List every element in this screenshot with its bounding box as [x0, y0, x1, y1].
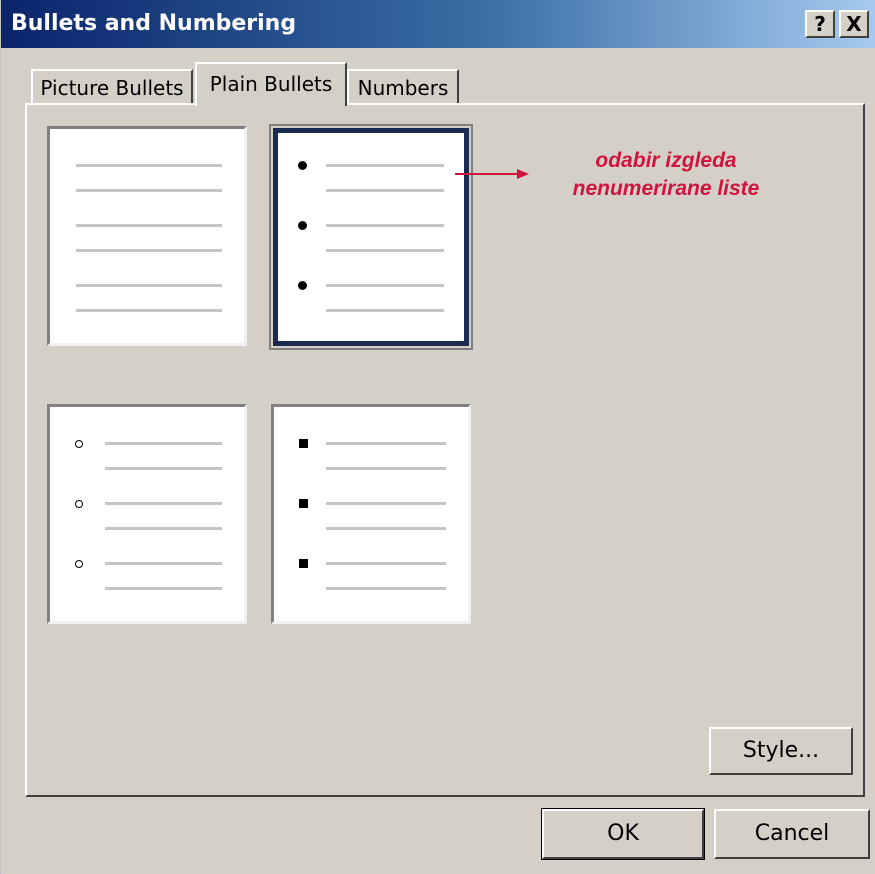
preview-line: [76, 224, 222, 227]
cancel-button[interactable]: Cancel: [714, 809, 870, 859]
preview-line: [326, 249, 444, 252]
window-title: Bullets and Numbering: [11, 11, 297, 36]
tab-numbers[interactable]: Numbers: [347, 69, 459, 105]
annotation-line-2: nenumerirane liste: [572, 177, 760, 200]
annotation-line-1: odabir izgleda: [595, 149, 737, 172]
preview-line: [326, 164, 444, 167]
preview-line: [326, 467, 446, 470]
hollow-circle-bullet-icon: [75, 560, 83, 568]
preview-line: [76, 164, 222, 167]
tab-label: Plain Bullets: [209, 72, 333, 96]
preview-line: [326, 587, 446, 590]
preview-line: [326, 189, 444, 192]
tab-label: Numbers: [357, 76, 449, 100]
preview-line: [326, 527, 446, 530]
bullet-option-none[interactable]: [47, 126, 247, 346]
preview-line: [105, 467, 222, 470]
preview-line: [105, 442, 222, 445]
disc-bullet-icon: [298, 281, 307, 290]
tab-label: Picture Bullets: [40, 76, 184, 100]
square-bullet-icon: [299, 499, 308, 508]
preview-line: [76, 249, 222, 252]
bullets-and-numbering-dialog: Bullets and Numbering ? X Picture Bullet…: [0, 0, 875, 874]
tab-picture-bullets[interactable]: Picture Bullets: [31, 69, 193, 105]
style-button[interactable]: Style...: [709, 727, 853, 775]
preview-line: [326, 502, 446, 505]
preview-line: [105, 502, 222, 505]
bullet-option-square[interactable]: [271, 404, 471, 624]
help-icon: ?: [814, 12, 826, 36]
disc-bullet-icon: [298, 161, 307, 170]
preview-line: [76, 189, 222, 192]
preview-line: [105, 587, 222, 590]
close-button[interactable]: X: [839, 10, 869, 38]
bullet-option-disc[interactable]: [273, 128, 469, 346]
hollow-circle-bullet-icon: [75, 500, 83, 508]
preview-line: [326, 442, 446, 445]
preview-line: [76, 309, 222, 312]
ok-button-label: OK: [607, 821, 639, 846]
bullet-option-circle[interactable]: [47, 404, 247, 624]
title-bar[interactable]: Bullets and Numbering ? X: [1, 0, 875, 48]
square-bullet-icon: [299, 439, 308, 448]
cancel-button-label: Cancel: [754, 821, 830, 846]
preview-line: [76, 284, 222, 287]
disc-bullet-icon: [298, 221, 307, 230]
ok-button[interactable]: OK: [541, 808, 705, 860]
preview-line: [105, 527, 222, 530]
annotation-arrow-icon: [455, 169, 529, 179]
help-button[interactable]: ?: [805, 10, 835, 38]
preview-line: [326, 224, 444, 227]
preview-line: [326, 562, 446, 565]
preview-line: [326, 309, 444, 312]
preview-line: [326, 284, 444, 287]
hollow-circle-bullet-icon: [75, 440, 83, 448]
square-bullet-icon: [299, 559, 308, 568]
close-icon: X: [846, 12, 862, 36]
tab-plain-bullets[interactable]: Plain Bullets: [195, 62, 347, 106]
preview-line: [105, 562, 222, 565]
annotation-text: odabir izgleda nenumerirane liste: [531, 147, 801, 203]
style-button-label: Style...: [742, 738, 820, 763]
